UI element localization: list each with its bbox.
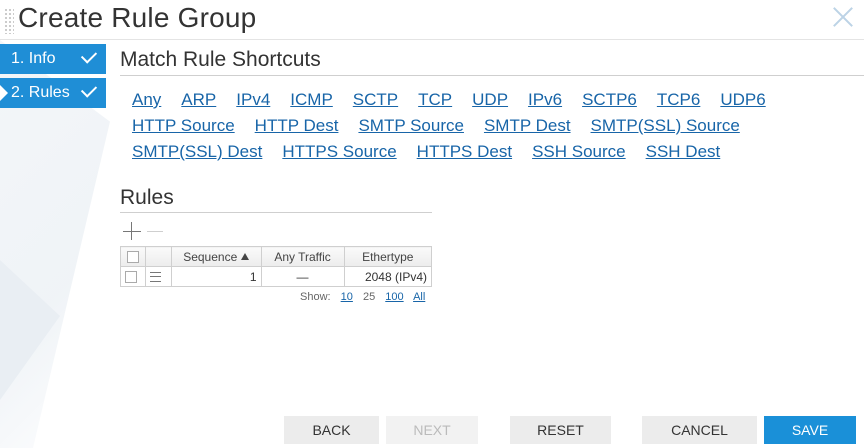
next-button[interactable]: NEXT bbox=[386, 416, 478, 444]
column-header-sequence[interactable]: Sequence bbox=[170, 246, 262, 267]
shortcuts-title: Match Rule Shortcuts bbox=[120, 48, 321, 71]
table-row[interactable]: 1 — 2048 (IPv4) bbox=[119, 266, 433, 287]
shortcut-link-http-source[interactable]: HTTP Source bbox=[132, 116, 235, 136]
checkmark-icon bbox=[80, 47, 98, 64]
column-header-ethertype[interactable]: Ethertype bbox=[343, 246, 433, 267]
step-label: 1. Info bbox=[11, 50, 56, 67]
cell-any-traffic: — bbox=[260, 266, 345, 287]
shortcut-link-ssh-source[interactable]: SSH Source bbox=[532, 142, 626, 162]
shortcut-link-smtp-ssl-source[interactable]: SMTP(SSL) Source bbox=[591, 116, 740, 136]
page-size-25: 25 bbox=[362, 291, 376, 303]
shortcut-link-any[interactable]: Any bbox=[132, 90, 161, 110]
page-size-all[interactable]: All bbox=[413, 291, 425, 303]
back-button[interactable]: BACK bbox=[284, 416, 379, 444]
title-divider bbox=[0, 39, 864, 40]
shortcuts-divider bbox=[120, 75, 864, 76]
shortcut-link-http-dest[interactable]: HTTP Dest bbox=[255, 116, 339, 136]
shortcut-links: Any ARP IPv4 ICMP SCTP TCP UDP IPv6 SCTP6 TCP6 UDP… bbox=[132, 90, 832, 168]
shortcut-link-tcp[interactable]: TCP bbox=[418, 90, 452, 110]
window-drag-handle[interactable] bbox=[4, 8, 14, 34]
drag-column-header bbox=[145, 246, 172, 267]
reset-button[interactable]: RESET bbox=[510, 416, 611, 444]
step-rules[interactable]: 2. Rules bbox=[0, 78, 106, 108]
shortcut-link-udp[interactable]: UDP bbox=[472, 90, 508, 110]
save-button[interactable]: SAVE bbox=[764, 416, 856, 444]
rules-title: Rules bbox=[120, 186, 174, 209]
row-drag-cell[interactable] bbox=[145, 266, 172, 287]
row-checkbox-cell[interactable] bbox=[119, 266, 147, 287]
shortcut-link-tcp6[interactable]: TCP6 bbox=[657, 90, 700, 110]
page-size-10[interactable]: 10 bbox=[341, 291, 353, 303]
select-all-header[interactable] bbox=[119, 246, 147, 267]
page-size-selector: Show: 10 25 100 All bbox=[300, 291, 432, 303]
shortcut-link-smtp-dest[interactable]: SMTP Dest bbox=[484, 116, 571, 136]
wizard-steps: 1. Info 2. Rules bbox=[0, 44, 106, 112]
rules-table: Sequence Any Traffic Ethertype 1 — 2048 … bbox=[119, 246, 433, 287]
column-header-any-traffic[interactable]: Any Traffic bbox=[260, 246, 345, 267]
shortcut-link-udp6[interactable]: UDP6 bbox=[720, 90, 765, 110]
checkmark-icon bbox=[80, 81, 98, 98]
close-icon[interactable] bbox=[832, 6, 854, 28]
rules-divider bbox=[120, 212, 432, 213]
shortcut-link-ipv4[interactable]: IPv4 bbox=[236, 90, 270, 110]
add-rule-icon[interactable] bbox=[122, 221, 142, 241]
pager-label: Show: bbox=[300, 291, 331, 303]
window-title: Create Rule Group bbox=[18, 2, 257, 33]
shortcut-link-arp[interactable]: ARP bbox=[181, 90, 216, 110]
shortcut-link-https-source[interactable]: HTTPS Source bbox=[282, 142, 396, 162]
shortcut-link-https-dest[interactable]: HTTPS Dest bbox=[417, 142, 512, 162]
shortcut-row: HTTP Source HTTP Dest SMTP Source SMTP Dest… bbox=[132, 116, 832, 142]
page-size-100[interactable]: 100 bbox=[385, 291, 403, 303]
cell-ethertype: 2048 (IPv4) bbox=[343, 266, 433, 287]
cancel-button[interactable]: CANCEL bbox=[642, 416, 757, 444]
step-label: 2. Rules bbox=[11, 84, 70, 101]
shortcut-link-ssh-dest[interactable]: SSH Dest bbox=[646, 142, 721, 162]
shortcut-link-sctp[interactable]: SCTP bbox=[353, 90, 398, 110]
shortcut-link-ipv6[interactable]: IPv6 bbox=[528, 90, 562, 110]
shortcut-link-sctp6[interactable]: SCTP6 bbox=[582, 90, 637, 110]
select-all-checkbox[interactable] bbox=[127, 251, 140, 264]
shortcut-link-icmp[interactable]: ICMP bbox=[290, 90, 333, 110]
drag-handle-icon[interactable] bbox=[150, 272, 162, 283]
cell-sequence: 1 bbox=[170, 266, 262, 287]
remove-rule-icon[interactable] bbox=[146, 221, 166, 241]
row-checkbox[interactable] bbox=[125, 271, 137, 284]
step-info[interactable]: 1. Info bbox=[0, 44, 106, 74]
shortcut-row: SMTP(SSL) Dest HTTPS Source HTTPS Dest SSH … bbox=[132, 142, 832, 168]
shortcut-row: Any ARP IPv4 ICMP SCTP TCP UDP IPv6 SCTP6 TCP6 UDP… bbox=[132, 90, 832, 116]
shortcut-link-smtp-ssl-dest[interactable]: SMTP(SSL) Dest bbox=[132, 142, 262, 162]
sort-ascending-icon bbox=[241, 252, 250, 260]
shortcut-link-smtp-source[interactable]: SMTP Source bbox=[358, 116, 464, 136]
